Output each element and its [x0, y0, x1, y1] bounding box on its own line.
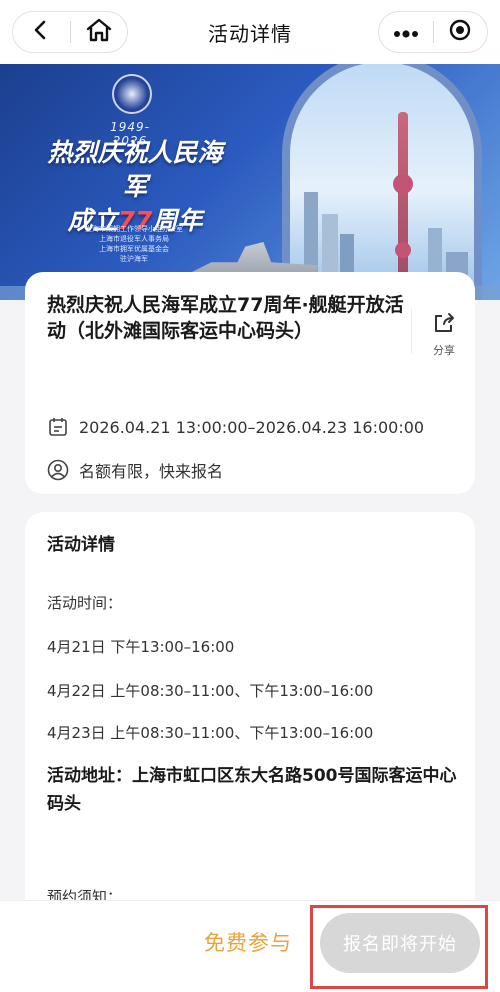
- calendar-icon: [47, 416, 69, 438]
- details-time-label: 活动时间：: [47, 594, 123, 612]
- user-icon: [47, 459, 69, 481]
- more-button[interactable]: [379, 12, 433, 52]
- signup-button[interactable]: 报名即将开始: [320, 913, 480, 973]
- details-address: 活动地址：上海市虹口区东大名路500号国际客运中心码头: [47, 766, 457, 814]
- nav-right-capsule: [378, 11, 488, 53]
- share-button[interactable]: 分享: [425, 312, 463, 358]
- nav-left-capsule: [12, 11, 128, 53]
- banner-headline: 热烈庆祝人民海军 成立77周年: [40, 136, 230, 238]
- navy-emblem-icon: [112, 74, 152, 114]
- banner-headline-line1: 热烈庆祝人民海军: [47, 138, 223, 201]
- details-heading: 活动详情: [47, 535, 115, 555]
- event-details-card: 活动详情 活动时间： 4月21日 下午13:00–16:00 4月22日 上午0…: [25, 512, 475, 932]
- event-datetime: 2026.04.21 13:00:00–2026.04.23 16:00:00: [47, 416, 424, 438]
- home-button[interactable]: [71, 12, 128, 52]
- event-quota: 名额有限，快来报名: [47, 458, 223, 482]
- home-icon: [85, 17, 113, 47]
- share-icon: [432, 312, 456, 338]
- schedule-item: 4月23日 上午08:30–11:00、下午13:00–16:00: [47, 724, 374, 742]
- nav-bar: 活动详情: [0, 0, 500, 64]
- bottom-action-bar: 免费参与 报名即将开始: [0, 900, 500, 992]
- event-title: 热烈庆祝人民海军成立77周年·舰艇开放活动（北外滩国际客运中心码头）: [47, 294, 404, 342]
- back-button[interactable]: [13, 12, 70, 52]
- event-banner: 1949-2026 热烈庆祝人民海军 成立77周年 上海市双拥工作领导小组办公室…: [0, 64, 500, 300]
- chevron-left-icon: [30, 19, 52, 45]
- share-label: 分享: [433, 344, 455, 357]
- page-title: 活动详情: [208, 21, 292, 46]
- banner-organizers: 上海市双拥工作领导小组办公室 上海市退役军人事务局 上海市拥军优属基金会 驻沪海…: [85, 225, 183, 263]
- circle-dot-icon: [448, 18, 472, 46]
- close-miniapp-button[interactable]: [434, 12, 488, 52]
- event-info-card: 热烈庆祝人民海军成立77周年·舰艇开放活动（北外滩国际客运中心码头） 分享 20…: [25, 272, 475, 494]
- more-dots-icon: [393, 23, 419, 42]
- free-participation-label: 免费参与: [204, 931, 292, 955]
- schedule-item: 4月22日 上午08:30–11:00、下午13:00–16:00: [47, 682, 374, 700]
- schedule-item: 4月21日 下午13:00–16:00: [47, 638, 235, 656]
